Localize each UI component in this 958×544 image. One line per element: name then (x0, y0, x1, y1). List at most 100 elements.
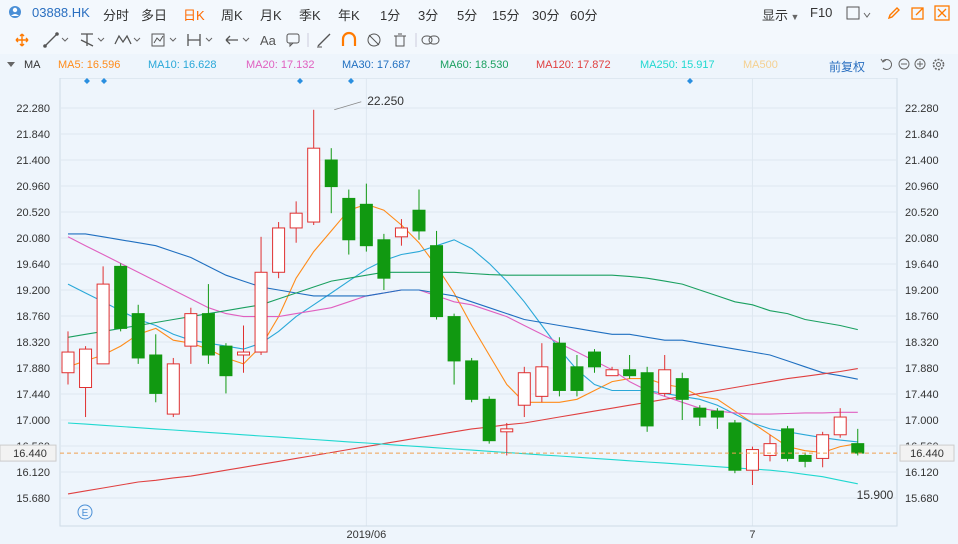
candle-body (219, 345, 233, 377)
candle-body (114, 265, 128, 329)
ma10-label: MA10: 16.628 (148, 59, 217, 71)
candle-body (394, 227, 408, 238)
wave-icon[interactable] (114, 34, 141, 45)
candle-body (307, 147, 321, 223)
tab-period-12[interactable]: 60分 (570, 5, 597, 24)
tab-period-8[interactable]: 3分 (418, 5, 438, 24)
indicator-bar: MA MA5: 16.596 MA10: 16.628 MA20: 17.132… (0, 54, 958, 78)
candle-body (289, 212, 303, 229)
close-icon[interactable] (934, 5, 950, 24)
candle-body (96, 283, 110, 365)
magnet-icon[interactable] (341, 31, 357, 46)
y-tick-label: 17.440 (905, 389, 939, 401)
x-axis: 2019/06 7 (60, 525, 897, 541)
edit-icon[interactable] (910, 5, 926, 24)
candle-body (763, 443, 777, 456)
tab-period-2[interactable]: 日K (183, 5, 205, 24)
candle-body (605, 369, 619, 377)
plot-frame (59, 78, 898, 527)
candle-body (184, 313, 198, 347)
ma30-label: MA30: 17.687 (342, 59, 411, 71)
move-icon[interactable] (15, 33, 29, 47)
tab-period-9[interactable]: 5分 (457, 5, 477, 24)
y-tick-label: 17.000 (905, 415, 939, 427)
channel-icon[interactable] (80, 33, 105, 47)
tab-period-6[interactable]: 年K (338, 5, 360, 24)
f10-button[interactable]: F10 (810, 5, 832, 20)
link-icon[interactable] (421, 35, 440, 45)
y-tick-label: 22.280 (905, 103, 939, 115)
y-tick-label: 16.120 (905, 467, 939, 479)
tab-period-3[interactable]: 周K (221, 5, 243, 24)
ma20-label: MA20: 17.132 (246, 59, 315, 71)
display-menu[interactable]: 显示 ▼ (762, 5, 799, 24)
tab-period-11[interactable]: 30分 (532, 5, 559, 24)
zoom-in-icon[interactable] (914, 58, 926, 73)
square-icon[interactable] (846, 6, 860, 23)
ma120-label: MA120: 17.872 (536, 59, 611, 71)
range-icon[interactable] (187, 34, 213, 46)
y-tick-label: 22.280 (16, 103, 50, 115)
stock-avatar-icon (8, 5, 22, 22)
candle (114, 263, 128, 332)
y-tick-label: 21.840 (16, 129, 50, 141)
ma60-label: MA60: 18.530 (440, 59, 509, 71)
candle-body (201, 313, 215, 356)
x-tick-label: 7 (749, 529, 755, 541)
y-tick-label: 20.960 (16, 181, 50, 193)
pen-icon[interactable] (886, 5, 902, 24)
line-icon[interactable] (43, 32, 69, 48)
candle-body (447, 316, 461, 362)
y-tick-label: 19.640 (16, 259, 50, 271)
tab-period-5[interactable]: 季K (299, 5, 321, 24)
kline-chart[interactable]: 22.250 15.900 22.280 21.840 21.400 20.960 20.… (0, 78, 958, 544)
candle-body (833, 416, 847, 436)
candle-body (272, 227, 286, 273)
trash-icon[interactable] (394, 33, 406, 47)
candle-body (482, 398, 496, 442)
candle-body (535, 366, 549, 397)
candle-body (816, 434, 830, 459)
tab-period-0[interactable]: 分时 (103, 5, 129, 24)
pen-tool-icon[interactable] (317, 33, 331, 48)
candle-body (412, 209, 426, 232)
candle-body (693, 407, 707, 418)
tab-period-10[interactable]: 15分 (492, 5, 519, 24)
measure-icon[interactable] (151, 33, 177, 47)
y-tick-label: 19.640 (905, 259, 939, 271)
y-tick-label: 17.000 (16, 415, 50, 427)
undo-icon[interactable] (880, 58, 892, 73)
candle (272, 222, 286, 279)
indicator-name[interactable]: MA (24, 59, 41, 71)
collapse-icon[interactable] (6, 59, 16, 72)
y-tick-label: 20.520 (16, 207, 50, 219)
y-tick-label: 17.440 (16, 389, 50, 401)
candle-body (465, 360, 479, 400)
hide-icon[interactable] (367, 33, 381, 47)
tab-period-1[interactable]: 多日 (141, 5, 167, 24)
candle-body (430, 245, 444, 318)
text-tool[interactable]: Aa (260, 33, 277, 48)
annotation-high: 22.250 (367, 94, 404, 108)
candle-body (79, 348, 93, 389)
tab-period-7[interactable]: 1分 (380, 5, 400, 24)
stock-code[interactable]: 03888.HK (32, 5, 90, 20)
candle-body (324, 159, 338, 188)
y-tick-label: 21.840 (905, 129, 939, 141)
restore-rights-toggle[interactable]: 前复权 (829, 58, 865, 75)
candle-body (500, 428, 514, 433)
candle (482, 396, 496, 444)
chevron-down-icon[interactable] (863, 7, 871, 22)
candle-body (781, 428, 795, 459)
y-tick-label: 17.880 (905, 363, 939, 375)
candle (728, 420, 742, 474)
arrow-icon[interactable] (225, 35, 250, 45)
zoom-out-icon[interactable] (898, 58, 910, 73)
tab-period-4[interactable]: 月K (260, 5, 282, 24)
y-tick-label: 18.760 (905, 311, 939, 323)
candle (131, 304, 145, 364)
period-toolbar: 03888.HK 分时 多日 日K 周K 月K 季K 年K 1分 3分 5分 1… (0, 0, 958, 27)
settings-gear-icon[interactable] (932, 58, 945, 74)
comment-icon[interactable] (286, 33, 300, 48)
y-tick-label: 16.120 (16, 467, 50, 479)
